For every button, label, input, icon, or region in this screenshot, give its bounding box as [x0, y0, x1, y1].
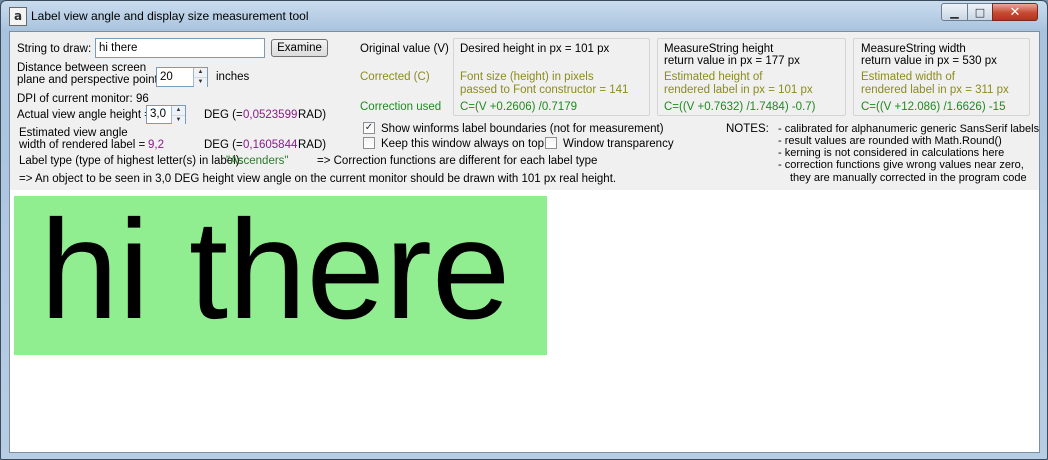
notes-title: NOTES:: [726, 123, 769, 135]
title-bar[interactable]: a Label view angle and display size meas…: [1, 1, 1047, 31]
string-input[interactable]: hi there: [95, 38, 265, 58]
legend-corrected: Corrected (C): [360, 71, 430, 83]
distance-spinner[interactable]: ▲ ▼: [193, 68, 207, 87]
label-type-label: Label type (type of highest letter(s) in…: [19, 155, 243, 167]
distance-label-line2: plane and perspective point:: [17, 74, 161, 86]
angle-label: Actual view angle height =: [17, 109, 151, 121]
dpi-value: 96: [136, 93, 149, 105]
estimated-rad-unit: RAD): [298, 139, 327, 151]
show-boundaries-label[interactable]: Show winforms label boundaries (not for …: [381, 122, 664, 136]
string-label: String to draw:: [17, 43, 92, 55]
legend-correction-used: Correction used: [360, 101, 442, 113]
note-5: they are manually corrected in the progr…: [790, 172, 1027, 184]
transparency-label[interactable]: Window transparency: [563, 137, 674, 151]
close-button[interactable]: ✕: [992, 3, 1038, 21]
desired-height-header: Desired height in px = 101 px: [460, 43, 610, 55]
rendered-label-text: hi there: [40, 190, 511, 348]
measure-height-header-line2: return value in px = 177 px: [664, 55, 800, 67]
app-window: a Label view angle and display size meas…: [0, 0, 1048, 460]
window-title: Label view angle and display size measur…: [31, 9, 309, 23]
always-on-top-checkbox[interactable]: [363, 137, 375, 149]
angle-spinner[interactable]: ▲ ▼: [171, 106, 185, 124]
estimated-height-line1: Estimated height of: [664, 71, 763, 83]
font-size-label-line2: passed to Font constructor = 141: [460, 84, 629, 96]
client-area: String to draw: hi there Examine Distanc…: [9, 31, 1040, 453]
rendered-label: hi there: [14, 190, 547, 355]
always-on-top-label[interactable]: Keep this window always on top: [381, 137, 544, 151]
legend-original: Original value (V): [360, 43, 449, 55]
width-formula: C=((V +12.086) /1.6626) -15: [861, 101, 1006, 113]
spin-up-icon[interactable]: ▲: [172, 106, 185, 116]
estimated-height-line2: rendered label in px = 101 px: [664, 84, 813, 96]
angle-deg-label: DEG (=: [204, 109, 243, 121]
measure-width-header-line2: return value in px = 530 px: [861, 55, 997, 67]
label-type-value: "Ascenders": [226, 155, 289, 167]
font-size-label-line1: Font size (height) in pixels: [460, 71, 594, 83]
minimize-button[interactable]: ▁: [941, 3, 968, 21]
estimated-deg-label: DEG (=: [204, 139, 243, 151]
distance-unit: inches: [216, 71, 250, 83]
show-boundaries-checkbox[interactable]: ✓: [363, 122, 375, 134]
spin-up-icon[interactable]: ▲: [194, 68, 207, 78]
estimated-angle-value: 9,2: [148, 139, 164, 151]
spin-down-icon[interactable]: ▼: [172, 115, 185, 124]
transparency-checkbox[interactable]: [545, 137, 557, 149]
label-type-note: => Correction functions are different fo…: [317, 155, 598, 167]
note-4: - correction functions give wrong values…: [778, 159, 1024, 171]
desired-height-formula: C=(V +0.2606) /0.7179: [460, 101, 577, 113]
angle-rad-value: 0,0523599: [243, 109, 298, 121]
estimated-rad-value: 0,1605844: [243, 139, 298, 151]
dpi-label: DPI of current monitor:: [17, 93, 133, 105]
angle-rad-unit: RAD): [298, 109, 327, 121]
render-canvas: hi there: [10, 190, 1039, 452]
spin-down-icon[interactable]: ▼: [194, 78, 207, 87]
estimated-width-line2: rendered label in px = 311 px: [861, 84, 1009, 96]
height-formula: C=((V +0.7632) /1.7484) -0.7): [664, 101, 816, 113]
estimated-width-line1: Estimated width of: [861, 71, 955, 83]
maximize-button[interactable]: □: [967, 3, 993, 21]
examine-button[interactable]: Examine: [271, 39, 328, 57]
estimated-label-line2: width of rendered label =: [19, 139, 146, 151]
app-icon[interactable]: a: [9, 7, 27, 26]
